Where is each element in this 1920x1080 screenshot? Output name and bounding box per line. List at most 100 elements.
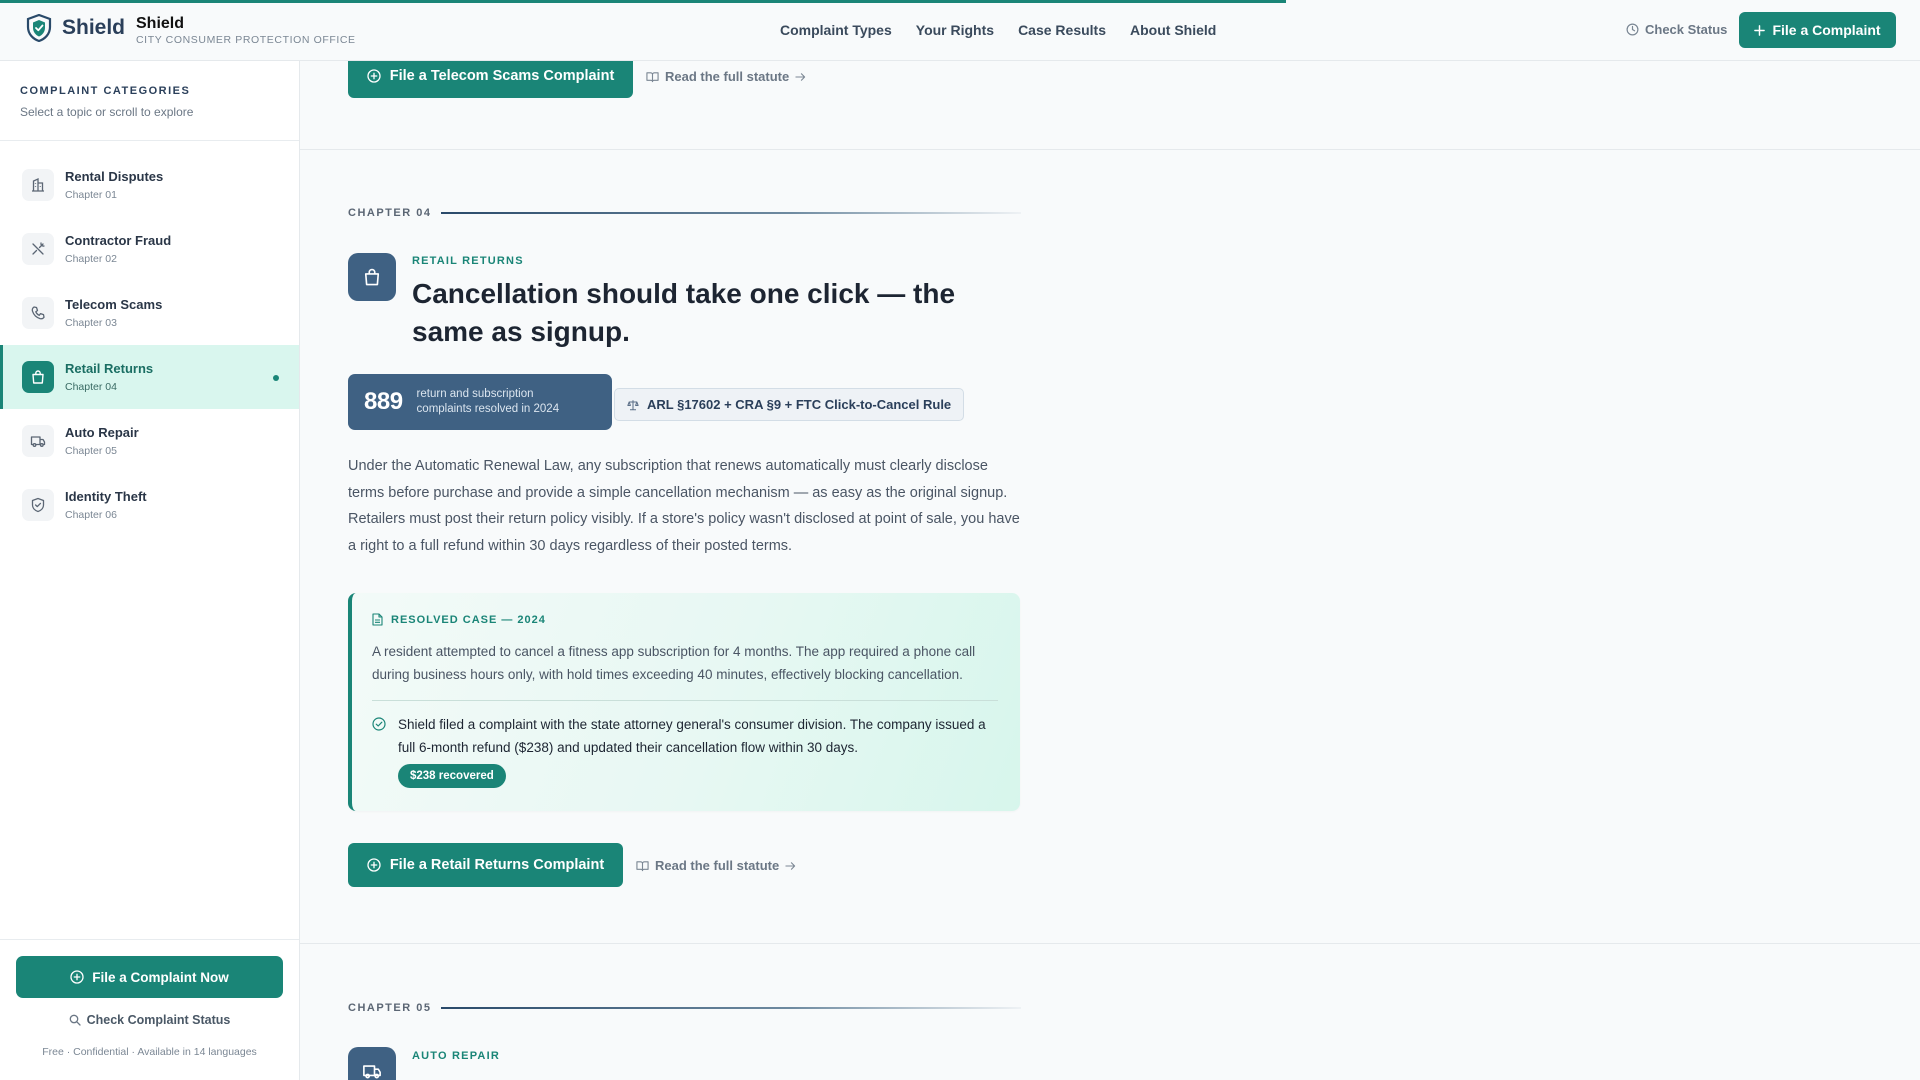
sidebar-item-chapter: Chapter 01 bbox=[65, 189, 117, 201]
chapter-label: CHAPTER 04 bbox=[348, 207, 432, 219]
section-telecom-scams-tail: File a Telecom Scams Complaint Read the … bbox=[300, 61, 1920, 150]
book-icon bbox=[646, 71, 659, 83]
search-icon bbox=[69, 1014, 81, 1026]
sidebar-item-rental-disputes[interactable]: Rental Disputes Chapter 01 bbox=[0, 153, 299, 217]
brand-title-block: Shield CITY CONSUMER PROTECTION OFFICE bbox=[136, 15, 436, 46]
sidebar-item-chapter: Chapter 05 bbox=[65, 445, 117, 457]
section-divider bbox=[300, 943, 1920, 944]
sidebar-item-identity-theft[interactable]: Identity Theft Chapter 06 bbox=[0, 473, 299, 537]
arrow-right-icon bbox=[795, 72, 806, 82]
check-complaint-status-label: Check Complaint Status bbox=[86, 1013, 231, 1027]
file-complaint-now-label: File a Complaint Now bbox=[92, 969, 229, 985]
stat-description: return and subscription complaints resol… bbox=[416, 388, 560, 415]
sidebar-item-telecom-scams[interactable]: Telecom Scams Chapter 03 bbox=[0, 281, 299, 345]
case-heading-text: RESOLVED CASE — 2024 bbox=[391, 613, 546, 626]
sidebar-header: COMPLAINT CATEGORIES Select a topic or s… bbox=[0, 61, 299, 141]
document-icon bbox=[372, 613, 383, 626]
retail-statute-label: Read the full statute bbox=[655, 858, 780, 873]
clock-icon bbox=[1626, 23, 1639, 36]
nav-your-rights[interactable]: Your Rights bbox=[916, 22, 994, 38]
building-icon bbox=[22, 169, 54, 201]
file-complaint-button[interactable]: File a Complaint bbox=[1739, 12, 1896, 48]
stat-number: 889 bbox=[364, 388, 403, 415]
tools-icon bbox=[22, 233, 54, 265]
case-resolution: Shield filed a complaint with the state … bbox=[372, 713, 1002, 759]
scroll-progress-bar bbox=[0, 0, 1287, 3]
sidebar-item-label: Rental Disputes bbox=[65, 169, 164, 184]
sidebar: COMPLAINT CATEGORIES Select a topic or s… bbox=[0, 61, 300, 1080]
shopping-bag-icon bbox=[22, 361, 54, 393]
recovered-amount-badge: $238 recovered bbox=[398, 764, 506, 788]
brand-subtitle: CITY CONSUMER PROTECTION OFFICE bbox=[136, 34, 356, 46]
case-description: A resident attempted to cancel a fitness… bbox=[372, 644, 976, 682]
check-status-label: Check Status bbox=[1645, 22, 1728, 37]
main-content: File a Telecom Scams Complaint Read the … bbox=[300, 61, 1920, 1080]
law-reference-text: ARL §17602 + CRA §9 + FTC Click-to-Cance… bbox=[647, 397, 952, 412]
plus-circle-icon bbox=[367, 69, 381, 83]
file-retail-returns-complaint-label: File a Retail Returns Complaint bbox=[389, 857, 605, 873]
chapter-divider-line bbox=[441, 1007, 1021, 1009]
check-status-link[interactable]: Check Status bbox=[1626, 22, 1727, 37]
file-telecom-complaint-label: File a Telecom Scams Complaint bbox=[389, 68, 615, 84]
scales-icon bbox=[627, 399, 639, 411]
sidebar-item-retail-returns[interactable]: Retail Returns Chapter 04 bbox=[0, 345, 299, 409]
sidebar-heading: COMPLAINT CATEGORIES bbox=[20, 85, 191, 97]
shopping-bag-icon bbox=[348, 253, 396, 301]
sidebar-footer: File a Complaint Now Check Complaint Sta… bbox=[0, 939, 299, 1080]
resolved-case-card: RESOLVED CASE — 2024 A resident attempte… bbox=[348, 593, 1020, 811]
shield-check-icon bbox=[22, 489, 54, 521]
plus-circle-icon bbox=[367, 858, 381, 872]
book-icon bbox=[636, 860, 649, 872]
sidebar-item-label: Retail Returns bbox=[65, 361, 154, 376]
case-resolution-text: Shield filed a complaint with the state … bbox=[398, 717, 986, 755]
file-complaint-now-button[interactable]: File a Complaint Now bbox=[16, 956, 283, 998]
chapter-divider-line bbox=[441, 212, 1021, 214]
active-indicator-dot bbox=[273, 375, 279, 381]
shield-logo-icon bbox=[26, 14, 52, 42]
plus-circle-icon bbox=[70, 970, 84, 984]
brand-title: Shield bbox=[136, 15, 185, 32]
brand-logo-link[interactable]: Shield bbox=[26, 14, 125, 42]
check-complaint-status-link[interactable]: Check Complaint Status bbox=[0, 1013, 299, 1027]
nav-about-shield[interactable]: About Shield bbox=[1130, 22, 1216, 38]
sidebar-item-chapter: Chapter 03 bbox=[65, 317, 117, 329]
chapter-label: CHAPTER 05 bbox=[348, 1002, 432, 1014]
sidebar-item-chapter: Chapter 06 bbox=[65, 509, 117, 521]
sidebar-item-contractor-fraud[interactable]: Contractor Fraud Chapter 02 bbox=[0, 217, 299, 281]
sidebar-item-label: Auto Repair bbox=[65, 425, 139, 440]
phone-icon bbox=[22, 297, 54, 329]
retail-statute-link[interactable]: Read the full statute bbox=[636, 858, 796, 873]
truck-icon bbox=[22, 425, 54, 457]
case-divider bbox=[372, 700, 998, 701]
sidebar-item-chapter: Chapter 02 bbox=[65, 253, 117, 265]
section-eyebrow: RETAIL RETURNS bbox=[412, 255, 524, 267]
law-reference-tag: ARL §17602 + CRA §9 + FTC Click-to-Cance… bbox=[614, 388, 965, 421]
sidebar-item-chapter: Chapter 04 bbox=[65, 381, 117, 393]
sidebar-note: Free · Confidential · Available in 14 la… bbox=[42, 1046, 257, 1058]
truck-icon bbox=[348, 1047, 396, 1080]
stat-box: 889 return and subscription complaints r… bbox=[348, 374, 612, 430]
sidebar-item-label: Contractor Fraud bbox=[65, 233, 172, 248]
plus-icon bbox=[1754, 24, 1766, 36]
sidebar-category-list: Rental Disputes Chapter 01 Contractor Fr… bbox=[0, 141, 299, 537]
site-header: Shield Shield CITY CONSUMER PROTECTION O… bbox=[0, 0, 1920, 61]
brand-name: Shield bbox=[62, 16, 126, 39]
file-complaint-label: File a Complaint bbox=[1772, 22, 1881, 38]
sidebar-item-label: Telecom Scams bbox=[65, 297, 163, 312]
file-retail-returns-complaint-button[interactable]: File a Retail Returns Complaint bbox=[348, 843, 623, 887]
file-telecom-complaint-button[interactable]: File a Telecom Scams Complaint bbox=[348, 61, 633, 98]
telecom-statute-link[interactable]: Read the full statute bbox=[646, 69, 806, 84]
nav-complaint-types[interactable]: Complaint Types bbox=[780, 22, 892, 38]
arrow-right-icon bbox=[785, 861, 796, 871]
case-heading: RESOLVED CASE — 2024 bbox=[372, 613, 546, 626]
nav-case-results[interactable]: Case Results bbox=[1018, 22, 1106, 38]
sidebar-item-label: Identity Theft bbox=[65, 489, 147, 504]
section-title: Cancellation should take one click — the… bbox=[412, 278, 956, 347]
sidebar-item-auto-repair[interactable]: Auto Repair Chapter 05 bbox=[0, 409, 299, 473]
telecom-statute-label: Read the full statute bbox=[665, 69, 790, 84]
sidebar-subheading: Select a topic or scroll to explore bbox=[20, 105, 194, 119]
check-circle-icon bbox=[372, 717, 386, 759]
section-eyebrow: AUTO REPAIR bbox=[412, 1050, 500, 1062]
section-body: Under the Automatic Renewal Law, any sub… bbox=[348, 458, 1020, 554]
main-nav: Complaint Types Your Rights Case Results… bbox=[780, 22, 1216, 38]
